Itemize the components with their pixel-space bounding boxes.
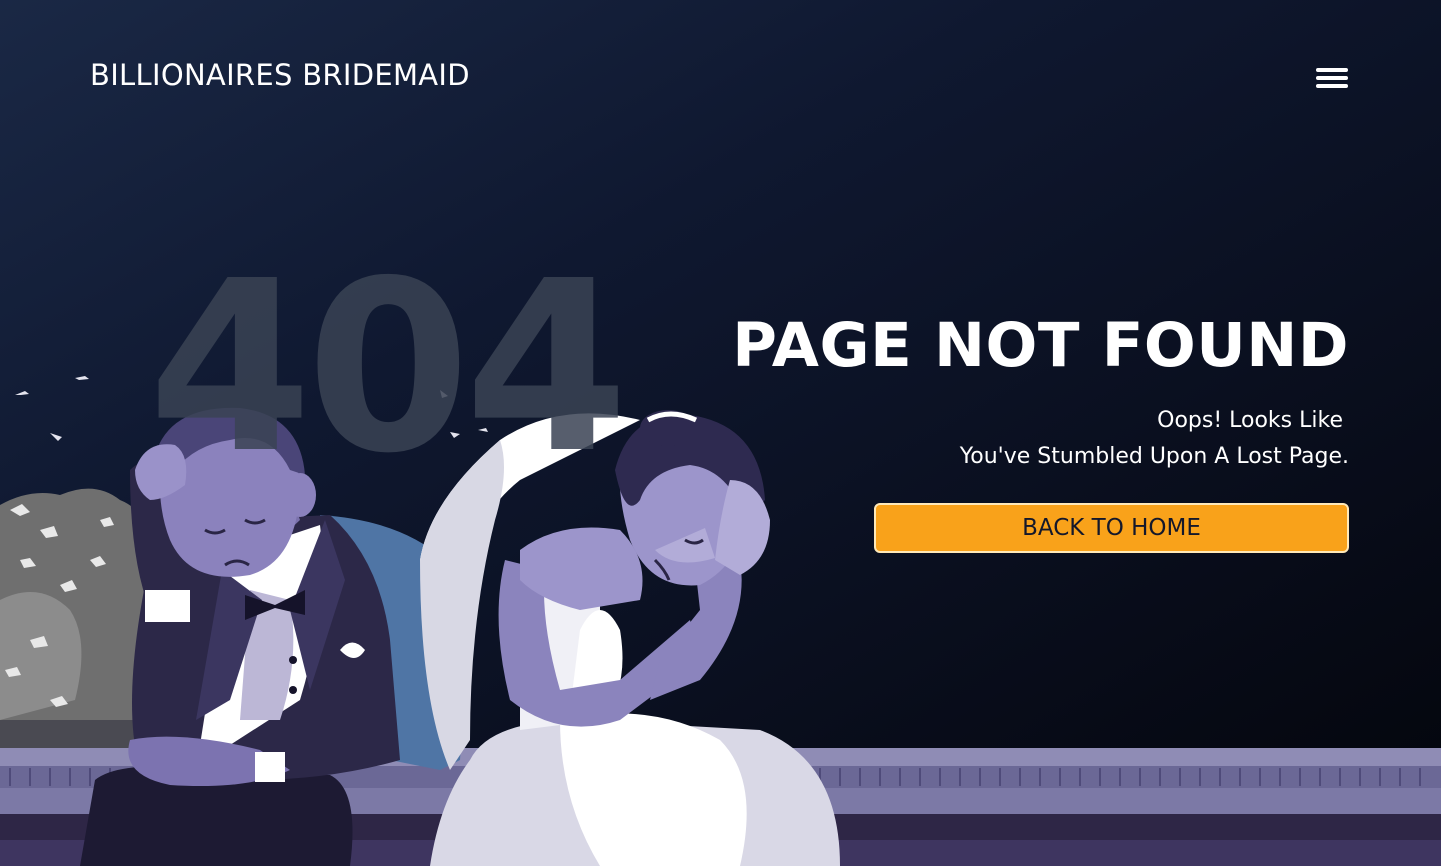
subtitle-line-2: You've Stumbled Upon A Lost Page. [959, 444, 1349, 469]
back-to-home-button[interactable]: BACK TO HOME [874, 503, 1349, 553]
bush-illustration [0, 488, 150, 770]
page: 404 BILLIONAIRES BRIDEMAID PAGE NOT FOUN… [0, 0, 1441, 866]
page-title: PAGE NOT FOUND [732, 310, 1349, 381]
subtitle-line-1: Oops! Looks Like [1157, 408, 1343, 433]
error-code-background: 404 [148, 230, 629, 505]
hamburger-menu-icon[interactable] [1312, 64, 1352, 92]
brand-logo[interactable]: BILLIONAIRES BRIDEMAID [90, 58, 470, 92]
